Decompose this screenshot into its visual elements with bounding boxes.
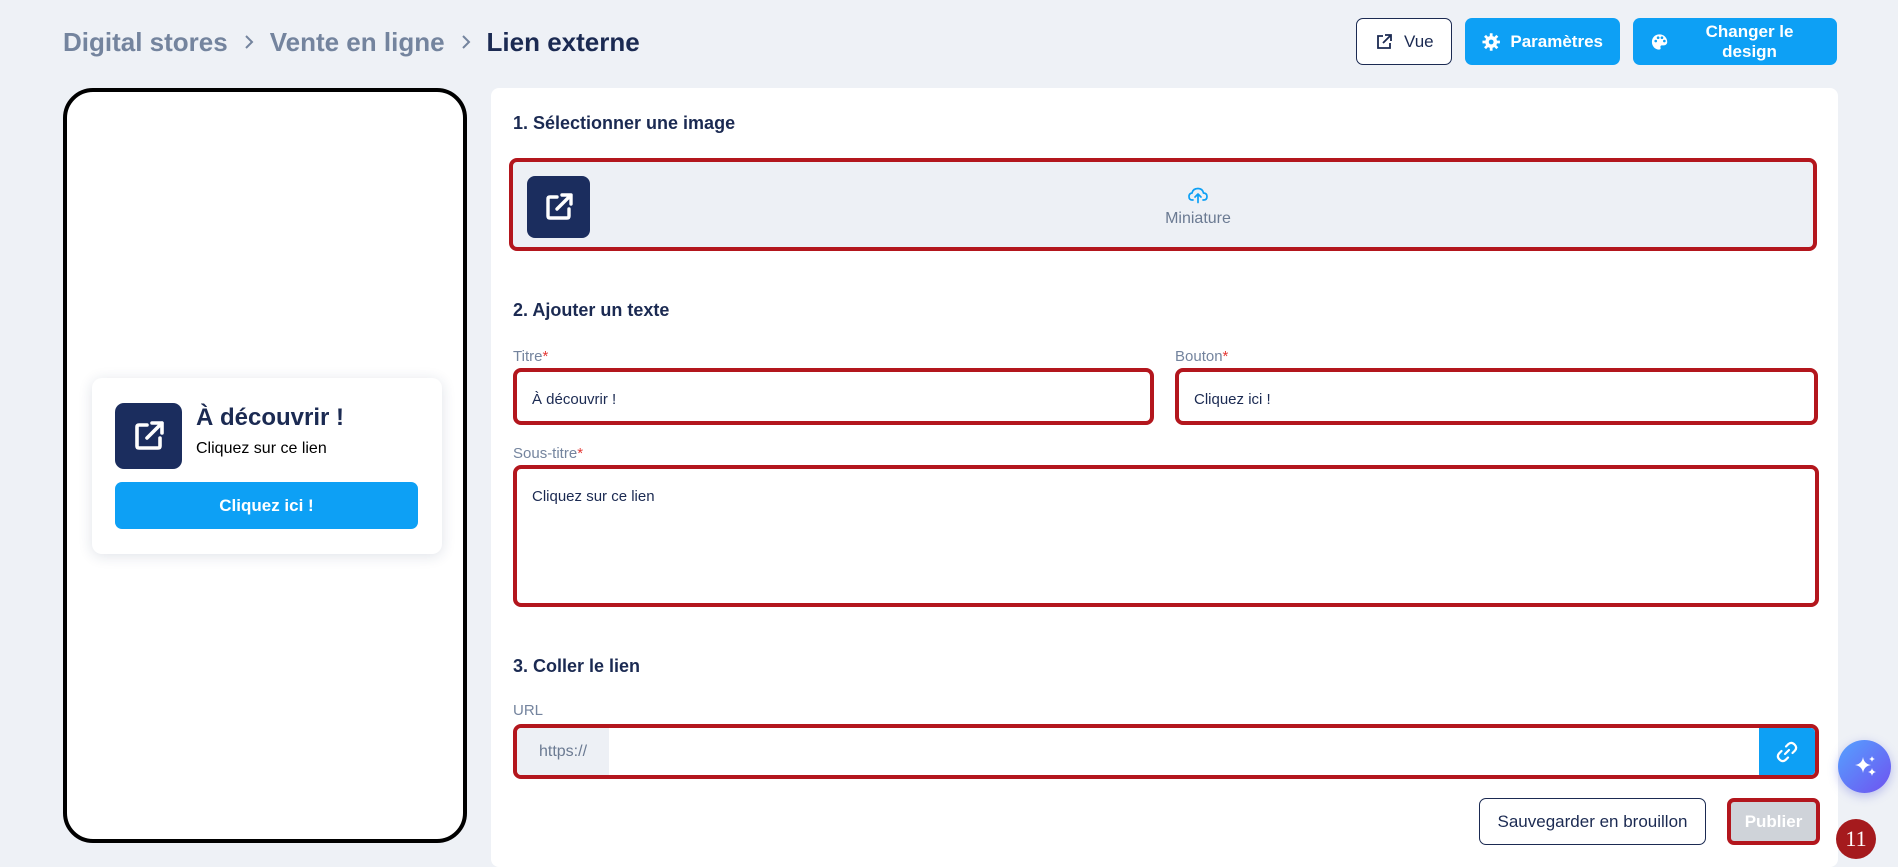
title-field-label-text: Titre — [513, 348, 543, 365]
required-mark: * — [1222, 348, 1229, 365]
preview-title: À découvrir ! — [196, 404, 345, 431]
button-field-label-text: Bouton — [1175, 348, 1223, 365]
editor-panel: 1. Sélectionner une image Miniature 2. A… — [491, 88, 1838, 867]
settings-button[interactable]: Paramètres — [1465, 18, 1620, 65]
external-link-icon — [545, 193, 573, 220]
upload-cloud-icon — [1188, 187, 1208, 204]
subtitle-textarea-value: Cliquez sur ce lien — [532, 488, 655, 505]
title-input-value: À découvrir ! — [532, 391, 617, 408]
chevron-right-icon — [245, 35, 254, 49]
header-actions: Vue Paramètres Changer le design — [1356, 18, 1837, 65]
subtitle-textarea[interactable]: Cliquez sur ce lien — [513, 465, 1819, 607]
image-thumbnail — [527, 176, 590, 238]
view-button[interactable]: Vue — [1356, 18, 1452, 65]
button-text-input-value: Cliquez ici ! — [1194, 391, 1271, 408]
url-input-group: https:// — [513, 724, 1819, 779]
title-field-label: Titre* — [513, 348, 548, 365]
upload-label: Miniature — [1165, 210, 1231, 227]
url-prefix: https:// — [517, 728, 609, 775]
link-icon — [1776, 741, 1798, 762]
settings-button-label: Paramètres — [1510, 31, 1603, 51]
preview-thumbnail — [115, 403, 182, 469]
external-link-icon — [1377, 33, 1392, 49]
ai-assistant-button[interactable] — [1838, 740, 1891, 793]
save-draft-button[interactable]: Sauvegarder en brouillon — [1479, 798, 1706, 845]
subtitle-field-label: Sous-titre* — [513, 445, 583, 462]
change-design-button-label: Changer le design — [1705, 21, 1794, 61]
external-link-icon — [134, 421, 164, 450]
preview-cta-button[interactable]: Cliquez ici ! — [115, 482, 418, 529]
title-input[interactable]: À découvrir ! — [513, 368, 1154, 425]
button-field-label: Bouton* — [1175, 348, 1228, 365]
required-mark: * — [577, 445, 584, 462]
breadcrumb: Digital stores Vente en ligne Lien exter… — [63, 24, 640, 60]
breadcrumb-item-vente-en-ligne[interactable]: Vente en ligne — [270, 27, 445, 58]
phone-preview: À découvrir ! Cliquez sur ce lien Clique… — [63, 88, 467, 843]
required-mark: * — [542, 348, 549, 365]
image-upload-area[interactable]: Miniature — [509, 158, 1817, 251]
preview-subtitle: Cliquez sur ce lien — [196, 440, 327, 457]
step-badge: 11 — [1836, 819, 1876, 859]
breadcrumb-item-digital-stores[interactable]: Digital stores — [63, 27, 228, 58]
section-title-text: 2. Ajouter un texte — [513, 300, 670, 320]
palette-icon — [1651, 33, 1668, 50]
preview-card: À découvrir ! Cliquez sur ce lien Clique… — [92, 378, 442, 554]
gear-icon — [1482, 32, 1500, 51]
url-link-button[interactable] — [1759, 728, 1815, 775]
change-design-button[interactable]: Changer le design — [1633, 18, 1837, 65]
page-title: Lien externe — [486, 26, 640, 57]
subtitle-field-label-text: Sous-titre — [513, 445, 578, 462]
section-title-image: 1. Sélectionner une image — [513, 113, 736, 133]
button-text-input[interactable]: Cliquez ici ! — [1175, 368, 1818, 425]
section-title-link: 3. Coller le lien — [513, 656, 641, 676]
url-input[interactable] — [609, 728, 1759, 775]
upload-control[interactable]: Miniature — [1153, 184, 1243, 228]
chevron-right-icon — [461, 35, 470, 49]
url-field-label: URL — [513, 702, 544, 719]
sparkles-icon — [1854, 755, 1876, 776]
view-button-label: Vue — [1404, 31, 1434, 51]
publish-button[interactable]: Publier — [1727, 798, 1820, 845]
